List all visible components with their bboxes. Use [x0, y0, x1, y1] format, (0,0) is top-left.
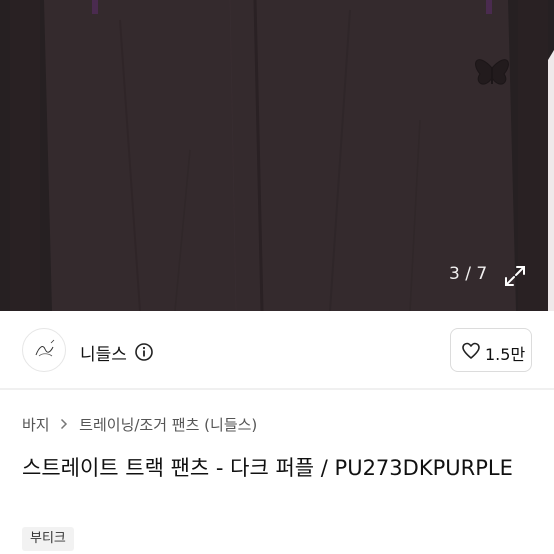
info-circle-icon[interactable] [134, 342, 154, 362]
heart-icon [462, 342, 480, 359]
brand-row: 니들스 1.5만 [0, 322, 554, 382]
chevron-right-icon [60, 416, 68, 434]
breadcrumb-category[interactable]: 바지 [22, 416, 50, 434]
brand-logo [35, 339, 55, 357]
product-image[interactable]: 3 / 7 [0, 0, 554, 311]
brand-name-link[interactable]: 니들스 [80, 340, 127, 365]
breadcrumb-subcategory[interactable]: 트레이닝/조거 팬츠 (니들스) [79, 416, 257, 434]
breadcrumb: 바지 트레이닝/조거 팬츠 (니들스) [22, 414, 257, 435]
product-title: 스트레이트 트랙 팬츠 - 다크 퍼플 / PU273DKPURPLE [22, 456, 513, 480]
brand-logo-avatar[interactable] [22, 328, 66, 372]
section-divider [0, 388, 554, 390]
expand-arrows-icon[interactable] [502, 263, 528, 289]
like-count: 1.5만 [485, 345, 526, 364]
product-tag-badge: 부티크 [22, 527, 74, 551]
like-button[interactable]: 1.5만 [450, 328, 532, 372]
image-counter: 3 / 7 [449, 264, 488, 284]
